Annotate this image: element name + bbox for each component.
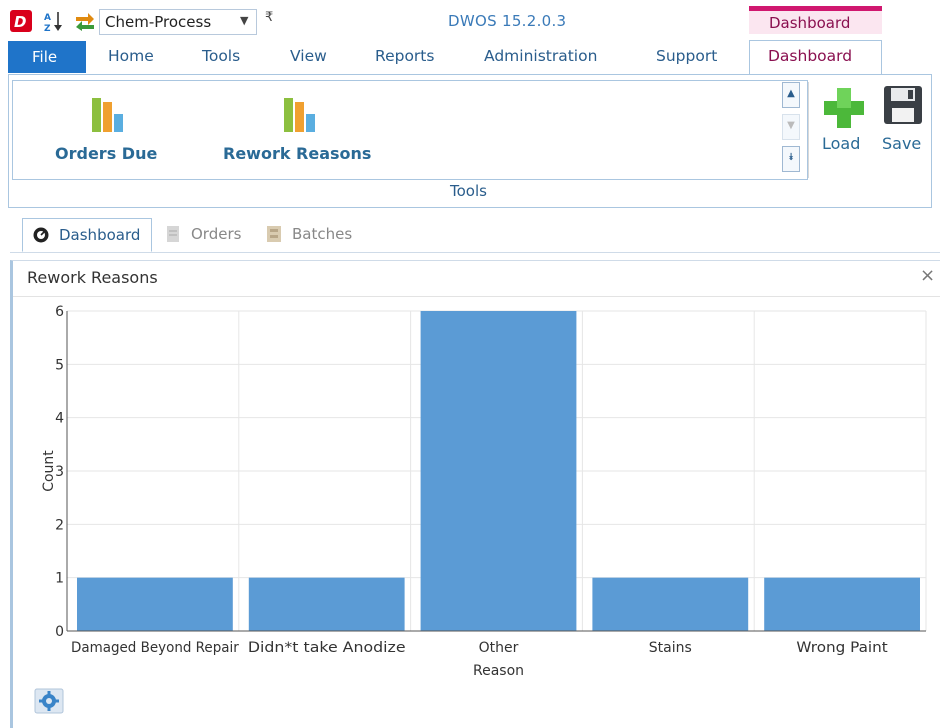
chart-bar <box>248 577 405 631</box>
tab-file-label: File <box>32 48 58 66</box>
process-selector[interactable]: Chem-Process ▼ <box>99 9 257 35</box>
scroll-up-button[interactable]: ▲ <box>782 82 800 108</box>
app-logo-icon[interactable]: D <box>10 10 32 32</box>
dashboard-gauge-icon <box>33 227 49 243</box>
ribbon-group-tools <box>12 80 808 180</box>
qat-customize-icon[interactable]: ₹ <box>265 10 273 25</box>
y-axis-label: Count <box>41 450 57 492</box>
quick-access-toolbar: D AZ Chem-Process ▼ ₹ DWOS 15.2.0.3 Dash… <box>0 0 940 40</box>
bar-chart-icon <box>282 94 318 134</box>
tab-dashboard[interactable]: Dashboard <box>749 40 882 76</box>
chart-bar <box>420 311 577 631</box>
doc-tab-orders[interactable]: Orders <box>164 218 254 252</box>
tab-administration[interactable]: Administration <box>484 47 597 65</box>
rework-reasons-button[interactable]: Rework Reasons <box>223 144 371 163</box>
tab-home[interactable]: Home <box>108 47 154 65</box>
doc-tab-batches-label: Batches <box>292 225 353 243</box>
doc-tab-orders-label: Orders <box>191 225 242 243</box>
x-tick-label: Other <box>479 640 519 656</box>
doc-tab-batches[interactable]: Batches <box>266 218 366 252</box>
sort-az-icon[interactable]: AZ <box>44 10 64 34</box>
tab-support[interactable]: Support <box>656 47 717 65</box>
process-selector-value: Chem-Process <box>105 13 212 31</box>
save-floppy-icon[interactable] <box>882 84 924 126</box>
app-title: DWOS 15.2.0.3 <box>448 12 567 30</box>
load-button[interactable]: Load <box>822 134 860 153</box>
x-tick-label: Damaged Beyond Repair <box>71 640 239 656</box>
gallery-expand-button[interactable]: ⯯ <box>782 146 800 172</box>
context-tab-header-label: Dashboard <box>769 14 851 32</box>
y-tick-label: 0 <box>55 624 64 640</box>
x-tick-label: Wrong Paint <box>796 640 888 656</box>
save-button[interactable]: Save <box>882 134 921 153</box>
y-tick-label: 1 <box>55 571 64 587</box>
svg-text:D: D <box>14 13 26 31</box>
rework-reasons-chart: 0123456Damaged Beyond Repair Didn*t take … <box>41 304 927 679</box>
chart-bar <box>77 577 233 631</box>
y-tick-label: 5 <box>55 357 64 373</box>
chevron-down-icon: ▼ <box>240 14 249 27</box>
x-tick-label: Didn*t take Anodize <box>248 640 406 656</box>
tab-dashboard-label: Dashboard <box>768 47 853 65</box>
chart-bar <box>592 577 749 631</box>
ribbon-group-label: Tools <box>450 182 487 200</box>
bar-chart-icon <box>90 94 126 134</box>
panel-title: Rework Reasons <box>27 268 158 287</box>
tab-view[interactable]: View <box>290 47 327 65</box>
context-tab-header: Dashboard <box>749 6 882 34</box>
switch-icon[interactable] <box>74 10 96 32</box>
orders-due-button[interactable]: Orders Due <box>55 144 157 163</box>
chart-settings-icon[interactable] <box>34 688 64 714</box>
y-tick-label: 6 <box>55 304 64 320</box>
x-axis-label: Reason <box>473 663 524 679</box>
doc-tab-dashboard-label: Dashboard <box>59 226 141 244</box>
add-icon[interactable] <box>822 86 866 130</box>
y-tick-label: 4 <box>55 411 64 427</box>
scroll-down-button[interactable]: ▼ <box>782 114 800 140</box>
y-tick-label: 2 <box>55 517 64 533</box>
tab-tools[interactable]: Tools <box>202 47 240 65</box>
document-tab-strip <box>10 252 940 253</box>
chart-bar <box>764 577 920 631</box>
tab-reports[interactable]: Reports <box>375 47 434 65</box>
ribbon-separator <box>808 82 809 178</box>
x-tick-label: Stains <box>649 640 692 656</box>
svg-text:Z: Z <box>44 24 51 32</box>
tab-file[interactable]: File <box>8 41 86 73</box>
close-icon[interactable]: × <box>920 265 935 286</box>
svg-text:A: A <box>44 13 51 23</box>
batches-icon <box>266 225 284 243</box>
gallery-scroll: ▲ ▼ ⯯ <box>782 82 804 178</box>
doc-tab-dashboard[interactable]: Dashboard <box>22 218 152 252</box>
orders-icon <box>166 225 182 243</box>
